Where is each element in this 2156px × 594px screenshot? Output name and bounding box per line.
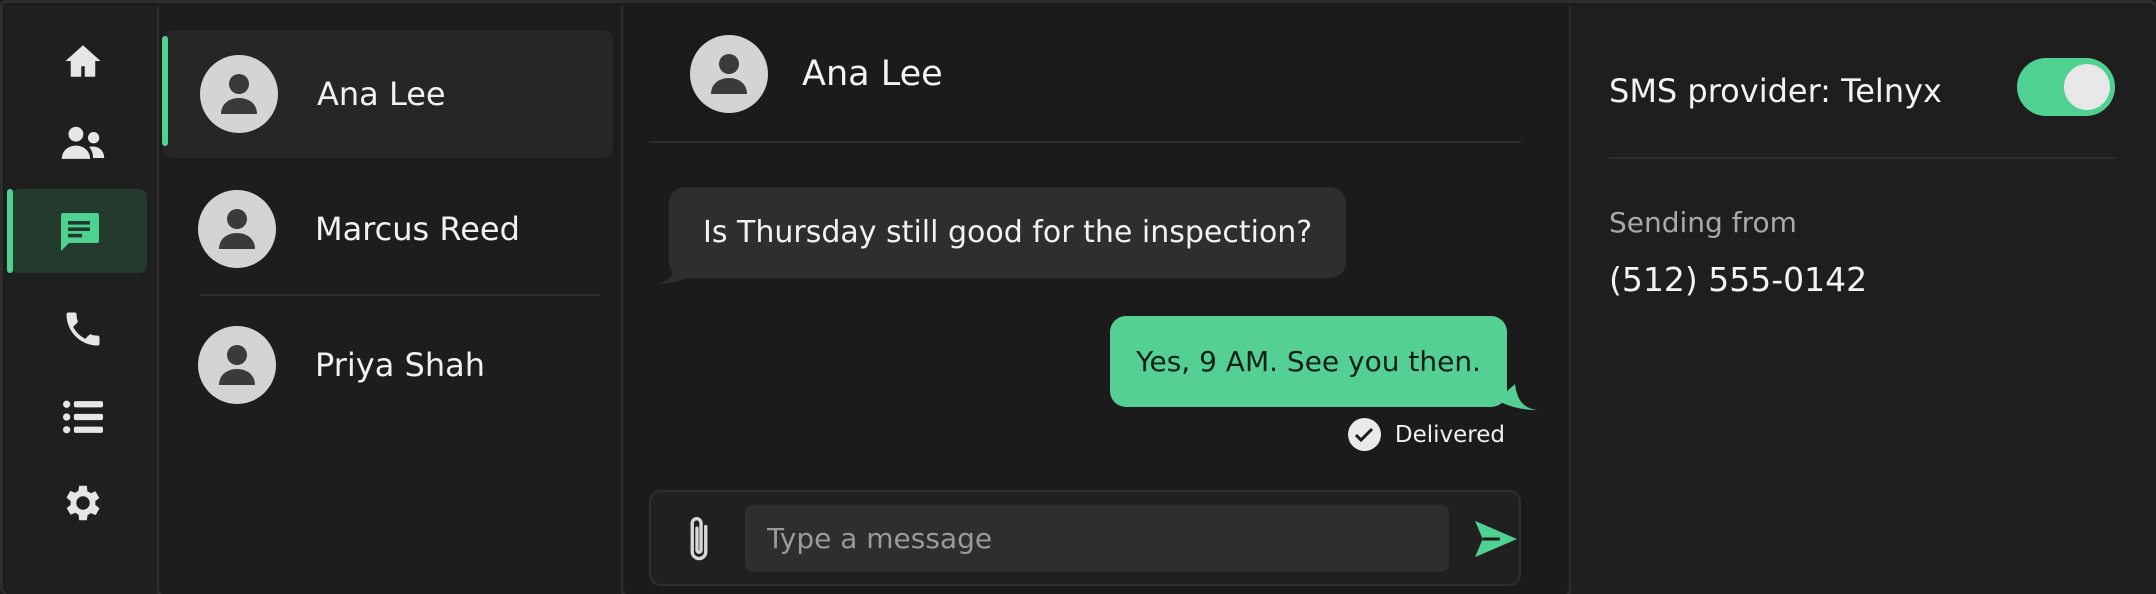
- send-button[interactable]: [1471, 514, 1521, 564]
- user-icon: [221, 74, 257, 114]
- delivery-status: Delivered: [1347, 418, 1505, 451]
- sending-from-label: Sending from: [1609, 206, 1797, 239]
- conversation-item[interactable]: Ana Lee: [162, 30, 613, 158]
- chat-pane: Ana Lee Is Thursday still good for the i…: [625, 6, 1567, 594]
- toggle-knob: [2064, 64, 2110, 110]
- avatar: [200, 55, 278, 133]
- chat-header: Ana Lee: [649, 6, 1521, 143]
- phone-icon: [66, 312, 99, 346]
- attach-button[interactable]: [677, 512, 721, 568]
- outgoing-message: Yes, 9 AM. See you then.: [1110, 316, 1507, 407]
- selected-indicator: [162, 36, 168, 146]
- avatar: [198, 326, 276, 404]
- conversation-item[interactable]: Priya Shah: [161, 301, 611, 429]
- status-label: Delivered: [1394, 421, 1505, 448]
- check-icon: [1347, 418, 1381, 451]
- nav-rail: [6, 6, 159, 594]
- provider-toggle[interactable]: [2017, 58, 2115, 116]
- incoming-message: Is Thursday still good for the inspectio…: [669, 187, 1347, 278]
- provider-label: SMS provider: Telnyx: [1609, 72, 1942, 110]
- contacts-icon: [61, 126, 104, 159]
- chat-contact-name: Ana Lee: [802, 53, 943, 94]
- message-icon: [61, 213, 99, 251]
- settings-pane: SMS provider: Telnyx Sending from (512) …: [1569, 6, 2156, 594]
- user-icon: [711, 53, 747, 94]
- nav-item-home[interactable]: [6, 19, 159, 103]
- nav-item-messages[interactable]: [7, 189, 147, 273]
- conversation-name: Ana Lee: [317, 75, 446, 113]
- conversation-name: Marcus Reed: [315, 210, 520, 248]
- avatar: [198, 190, 276, 268]
- active-indicator: [7, 189, 13, 273]
- avatar: [690, 34, 768, 113]
- list-divider: [199, 294, 599, 296]
- sending-from-number: (512) 555-0142: [1609, 260, 1868, 299]
- nav-item-contacts[interactable]: [6, 101, 159, 185]
- settings-divider: [1609, 157, 2116, 159]
- conversation-name: Priya Shah: [315, 346, 485, 384]
- message-composer: [649, 490, 1521, 586]
- gear-icon: [66, 485, 99, 521]
- user-icon: [219, 345, 255, 385]
- send-icon: [1475, 520, 1517, 558]
- conversation-item[interactable]: Marcus Reed: [161, 165, 611, 293]
- nav-item-settings[interactable]: [6, 461, 159, 545]
- paperclip-icon: [690, 517, 708, 561]
- nav-item-list[interactable]: [6, 375, 159, 459]
- nav-item-calls[interactable]: [6, 287, 159, 371]
- home-icon: [65, 45, 100, 77]
- app-window: Ana Lee Marcus Reed Priya Shah Ana Lee I…: [0, 0, 2156, 594]
- message-input[interactable]: [745, 505, 1449, 572]
- list-icon: [62, 400, 103, 434]
- conversation-list: Ana Lee Marcus Reed Priya Shah: [161, 6, 623, 594]
- user-icon: [219, 209, 255, 249]
